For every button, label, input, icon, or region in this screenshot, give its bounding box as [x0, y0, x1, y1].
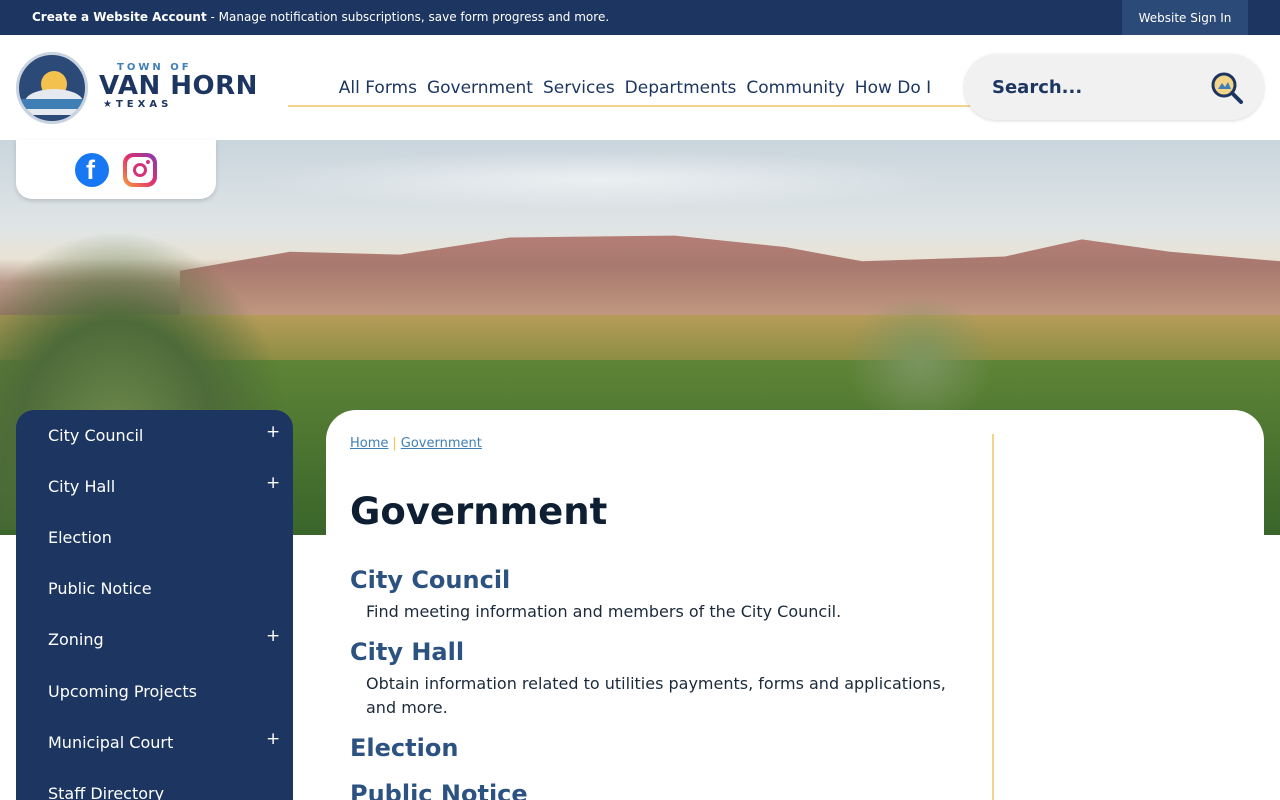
expand-icon[interactable]: +: [266, 729, 280, 749]
entry-description: Obtain information related to utilities …: [366, 674, 946, 717]
instagram-icon[interactable]: [123, 153, 157, 187]
hero-mountains: [180, 235, 1280, 323]
breadcrumb-separator: |: [392, 436, 397, 451]
entry-description: Find meeting information and members of …: [366, 602, 842, 621]
sidebar-item-label: Public Notice: [48, 579, 152, 598]
facebook-glyph: f: [86, 155, 95, 185]
sidebar-item-label: City Hall: [48, 477, 116, 496]
entry-title-election[interactable]: Election: [350, 734, 458, 762]
sidebar-item-city-hall[interactable]: City Hall +: [16, 461, 293, 512]
nav-government[interactable]: Government: [427, 78, 533, 98]
sidebar-item-label: Staff Directory: [48, 784, 165, 800]
social-links: f: [16, 140, 216, 199]
top-bar: Create a Website Account - Manage notifi…: [0, 0, 1280, 35]
sidebar-item-label: Upcoming Projects: [48, 682, 197, 701]
site-header: TOWN OF VAN HORN ★TEXAS All Forms Govern…: [0, 35, 1280, 140]
hero-clouds: [250, 150, 950, 210]
nav-departments[interactable]: Departments: [625, 78, 737, 98]
search-input[interactable]: [992, 74, 1202, 100]
town-seal-logo[interactable]: [16, 52, 88, 124]
sidebar-item-municipal-court[interactable]: Municipal Court +: [16, 717, 293, 768]
search-icon[interactable]: [1210, 71, 1244, 105]
sidebar-item-election[interactable]: Election: [16, 512, 293, 563]
page-title: Government: [350, 490, 608, 533]
account-message-text: - Manage notification subscriptions, sav…: [206, 10, 610, 24]
create-account-link[interactable]: Create a Website Account: [32, 10, 207, 24]
breadcrumb-current-link[interactable]: Government: [401, 436, 482, 451]
seal-band: [19, 99, 85, 109]
town-wordmark[interactable]: TOWN OF VAN HORN ★TEXAS: [99, 62, 259, 110]
wordmark-name: VAN HORN: [99, 71, 258, 101]
search-box: [964, 54, 1264, 120]
account-message: Create a Website Account - Manage notifi…: [32, 10, 609, 24]
instagram-ring: [133, 163, 147, 177]
content-card: Home | Government Government City Council …: [326, 410, 1264, 800]
sidebar-item-label: Election: [48, 528, 112, 547]
sidebar-nav: City Council + City Hall + Election Publ…: [16, 410, 293, 800]
sidebar-item-upcoming-projects[interactable]: Upcoming Projects: [16, 666, 293, 717]
sidebar-item-city-council[interactable]: City Council +: [16, 410, 293, 461]
entry-title-public-notice[interactable]: Public Notice: [350, 780, 528, 800]
sidebar-item-public-notice[interactable]: Public Notice: [16, 563, 293, 614]
main-nav: All Forms Government Services Department…: [288, 70, 982, 107]
expand-icon[interactable]: +: [266, 473, 280, 493]
expand-icon[interactable]: +: [266, 422, 280, 442]
nav-community[interactable]: Community: [746, 78, 844, 98]
entry-title-city-hall[interactable]: City Hall: [350, 638, 464, 666]
sidebar-item-staff-directory[interactable]: Staff Directory: [16, 768, 293, 800]
nav-all-forms[interactable]: All Forms: [339, 78, 417, 98]
instagram-dot: [146, 160, 150, 164]
breadcrumb: Home | Government: [350, 436, 482, 451]
sidebar-item-label: City Council: [48, 426, 144, 445]
sidebar-item-label: Municipal Court: [48, 733, 174, 752]
expand-icon[interactable]: +: [266, 626, 280, 646]
sidebar-item-label: Zoning: [48, 630, 104, 649]
breadcrumb-home-link[interactable]: Home: [350, 436, 388, 451]
website-sign-in-button[interactable]: Website Sign In: [1122, 0, 1248, 35]
hero-yucca-right: [840, 290, 1000, 410]
entry-title-city-council[interactable]: City Council: [350, 566, 510, 594]
nav-services[interactable]: Services: [543, 78, 615, 98]
facebook-icon[interactable]: f: [75, 153, 109, 187]
sidebar-item-zoning[interactable]: Zoning +: [16, 614, 293, 665]
nav-how-do-i[interactable]: How Do I: [855, 78, 931, 98]
column-divider: [992, 434, 994, 800]
